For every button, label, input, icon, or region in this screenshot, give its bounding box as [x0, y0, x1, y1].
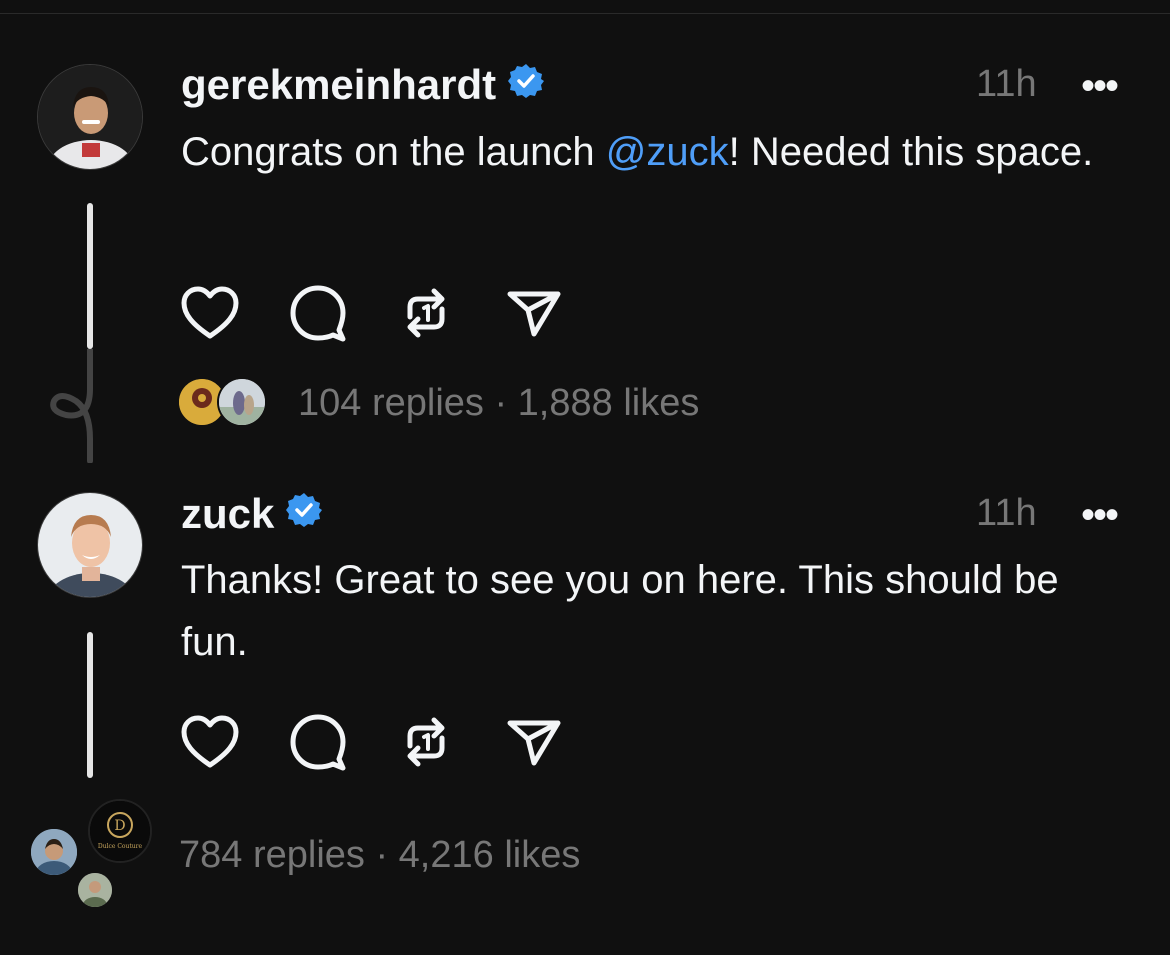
replier-avatar[interactable]: D Dulce Couture	[88, 799, 152, 863]
replier-avatar[interactable]	[76, 871, 114, 909]
comment-button[interactable]	[288, 283, 348, 343]
post-time: 11h	[976, 492, 1037, 534]
like-button[interactable]	[180, 283, 240, 343]
action-bar	[180, 283, 612, 343]
thread-line-1	[87, 203, 93, 349]
share-button[interactable]	[504, 712, 564, 772]
post-body: Congrats on the launch @zuck! Needed thi…	[181, 121, 1121, 183]
verified-badge-icon	[286, 489, 323, 539]
post-time: 11h	[976, 63, 1037, 105]
thread-curl-icon	[50, 349, 93, 463]
post-stats[interactable]: 104 replies · 1,888 likes	[298, 381, 699, 425]
repost-icon	[407, 717, 445, 767]
comment-button[interactable]	[288, 712, 348, 772]
body-text-part: ! Needed this space.	[728, 130, 1094, 174]
post-stats[interactable]: 784 replies · 4,216 likes	[179, 833, 580, 877]
send-icon	[507, 720, 561, 766]
post-username[interactable]: zuck	[181, 489, 323, 539]
verified-badge-icon	[508, 60, 545, 110]
replier-avatar[interactable]	[29, 827, 79, 877]
post-body: Thanks! Great to see you on here. This s…	[181, 558, 1059, 664]
username-text[interactable]: gerekmeinhardt	[181, 60, 496, 110]
post-username[interactable]: gerekmeinhardt	[181, 60, 545, 110]
heart-icon	[181, 286, 239, 339]
svg-text:Dulce Couture: Dulce Couture	[98, 843, 143, 850]
like-button[interactable]	[180, 712, 240, 772]
avatar-zuck[interactable]	[37, 492, 143, 598]
avatar-gerekmeinhardt[interactable]	[37, 64, 143, 170]
more-icon[interactable]: •••	[1081, 66, 1119, 106]
repost-icon	[407, 288, 445, 338]
mention-link[interactable]: @zuck	[606, 130, 729, 174]
body-text-part: Congrats on the launch	[181, 130, 606, 174]
top-divider	[0, 13, 1170, 14]
repost-button[interactable]	[396, 283, 456, 343]
more-icon[interactable]: •••	[1081, 495, 1119, 535]
replier-avatar[interactable]	[217, 377, 267, 427]
repost-button[interactable]	[396, 712, 456, 772]
share-button[interactable]	[504, 283, 564, 343]
send-icon	[507, 291, 561, 337]
heart-icon	[181, 715, 239, 768]
thread-line-2	[87, 632, 93, 778]
svg-text:D: D	[114, 818, 125, 834]
action-bar	[180, 712, 612, 772]
comment-icon	[290, 714, 346, 771]
username-text[interactable]: zuck	[181, 489, 274, 539]
comment-icon	[290, 285, 346, 342]
